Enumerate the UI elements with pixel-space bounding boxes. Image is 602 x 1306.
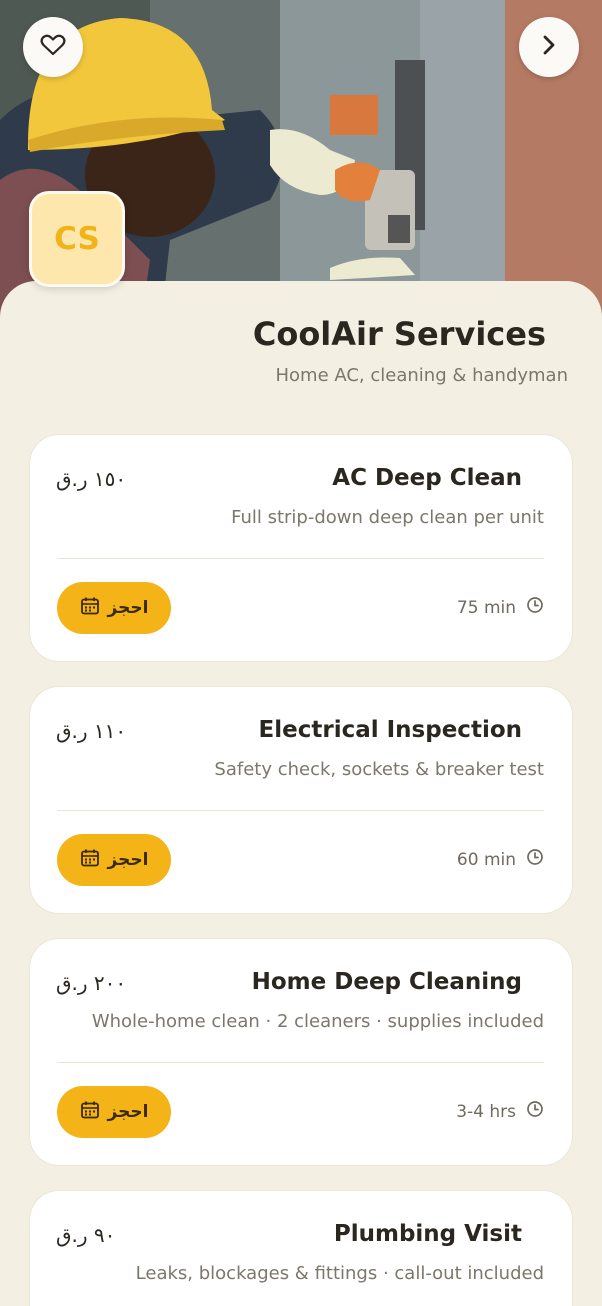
duration-value: 60 min (456, 849, 516, 870)
card-divider (57, 558, 544, 559)
book-label: احجز (107, 1102, 149, 1122)
card-divider (57, 1062, 544, 1063)
service-card[interactable]: Home Deep Cleaning ٢٠٠ ر.ق Whole-home cl… (29, 938, 573, 1166)
service-name: AC Deep Clean (332, 465, 522, 491)
provider-logo: CS (29, 191, 125, 287)
chevron-right-icon (540, 34, 558, 60)
clock-icon (526, 848, 544, 871)
book-label: احجز (107, 598, 149, 618)
provider-name: CoolAir Services (252, 315, 546, 353)
service-duration: 3-4 hrs (456, 1100, 544, 1123)
book-button[interactable]: احجز (57, 834, 171, 886)
book-button[interactable]: احجز (57, 582, 171, 634)
service-duration: 75 min (457, 596, 544, 619)
calendar-icon (80, 1100, 100, 1124)
service-card[interactable]: Electrical Inspection ١١٠ ر.ق Safety che… (29, 686, 573, 914)
clock-icon (526, 1100, 544, 1123)
service-duration: 60 min (457, 848, 544, 871)
service-description: Whole-home clean · 2 cleaners · supplies… (91, 1011, 544, 1032)
duration-value: 3-4 hrs (456, 1101, 516, 1122)
favorite-button[interactable] (23, 17, 83, 77)
calendar-icon (80, 848, 100, 872)
service-price: ١٥٠ ر.ق (56, 467, 127, 491)
service-description: Full strip-down deep clean per unit (231, 507, 544, 528)
service-name: Plumbing Visit (333, 1221, 522, 1247)
book-label: احجز (107, 850, 149, 870)
calendar-icon (80, 596, 100, 620)
card-divider (57, 810, 544, 811)
service-description: Safety check, sockets & breaker test (214, 759, 544, 780)
service-price: ٩٠ ر.ق (56, 1223, 116, 1247)
duration-value: 75 min (456, 597, 516, 618)
service-description: Leaks, blockages & fittings · call-out i… (135, 1263, 544, 1284)
clock-icon (526, 596, 544, 619)
service-name: Electrical Inspection (258, 717, 522, 743)
service-name: Home Deep Cleaning (251, 969, 522, 995)
heart-icon (40, 33, 66, 61)
service-price: ١١٠ ر.ق (56, 719, 127, 743)
book-button[interactable]: احجز (57, 1086, 171, 1138)
next-button[interactable] (519, 17, 579, 77)
provider-tagline: Home AC, cleaning & handyman (275, 365, 568, 386)
service-card[interactable]: AC Deep Clean ١٥٠ ر.ق Full strip-down de… (29, 434, 573, 662)
service-price: ٢٠٠ ر.ق (56, 971, 127, 995)
service-card[interactable]: Plumbing Visit ٩٠ ر.ق Leaks, blockages &… (29, 1190, 573, 1306)
